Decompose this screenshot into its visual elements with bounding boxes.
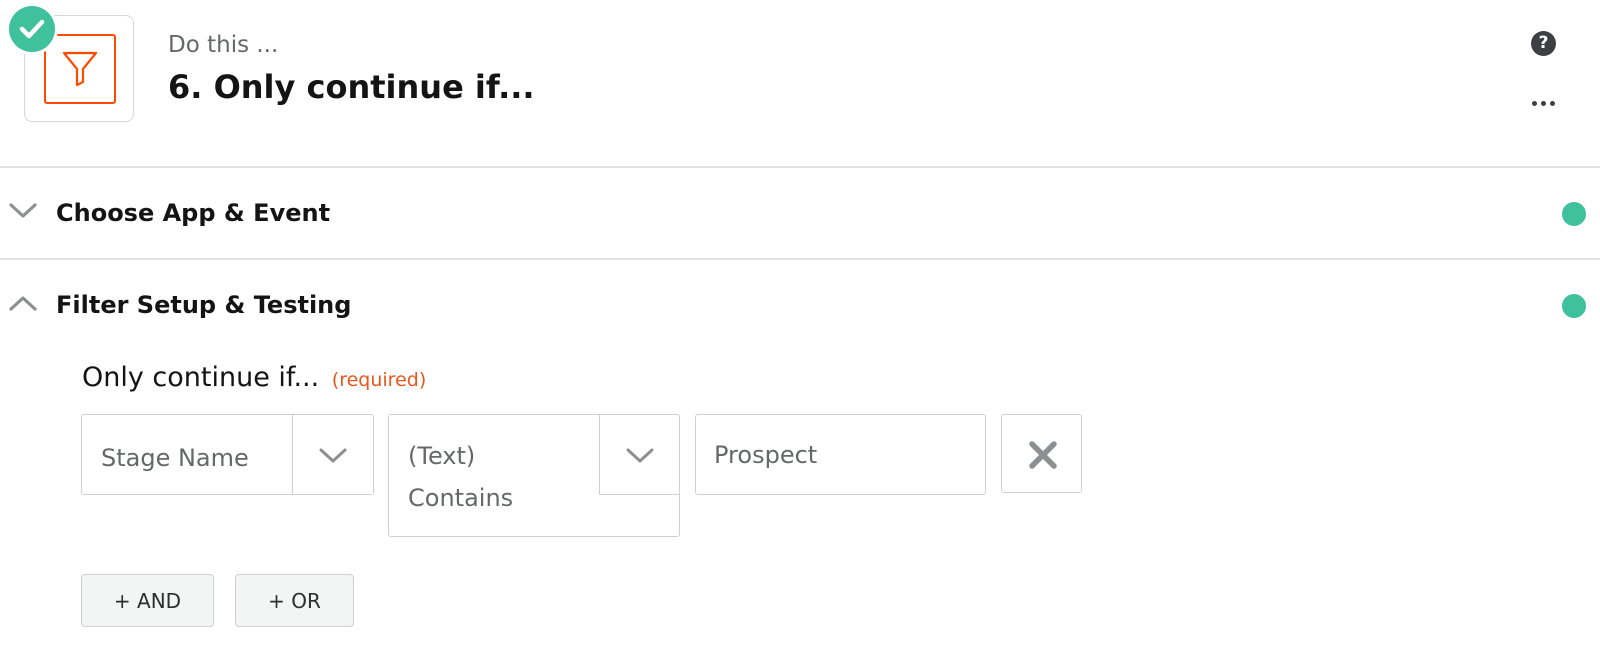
add-or-condition-button[interactable]: + OR [235,574,354,627]
step-complete-badge [9,6,55,52]
chevron-up-icon [9,296,37,311]
operator-select-value: (Text) Contains [408,442,514,512]
funnel-icon [62,51,98,87]
section-choose-app-event[interactable]: Choose App & Event [0,168,1600,260]
help-icon[interactable]: ? [1531,31,1556,56]
required-tag: (required) [331,369,427,391]
operator-select[interactable]: (Text) Contains [388,414,680,537]
section-filter-setup-testing[interactable]: Filter Setup & Testing [0,260,1600,352]
step-header: Do this ... 6. Only continue if... ? [0,0,1600,168]
filter-rule-label: Only continue if... (required) [82,362,426,393]
check-icon [19,19,45,39]
section-complete-indicator [1562,202,1586,226]
chevron-down-icon [319,448,347,463]
section-title: Choose App & Event [56,199,331,227]
section-complete-indicator [1562,294,1586,318]
zap-step-editor: Do this ... 6. Only continue if... ? Cho… [0,0,1600,655]
chevron-down-icon [9,203,37,218]
value-input[interactable] [695,414,986,495]
step-title[interactable]: 6. Only continue if... [168,68,535,106]
filter-rule-label-text: Only continue if... [82,362,320,393]
remove-condition-button[interactable] [1001,414,1082,493]
operator-select-toggle[interactable] [599,414,680,495]
step-kicker: Do this ... [168,32,279,58]
close-icon [1029,441,1057,469]
section-title: Filter Setup & Testing [56,291,352,319]
field-select-toggle[interactable] [292,415,373,494]
chevron-down-icon [626,448,654,463]
add-and-condition-button[interactable]: + AND [81,574,214,627]
field-select[interactable]: Stage Name [81,414,374,495]
more-options-icon[interactable] [1530,86,1558,116]
filter-app-icon [44,34,116,104]
field-select-value: Stage Name [101,444,249,472]
